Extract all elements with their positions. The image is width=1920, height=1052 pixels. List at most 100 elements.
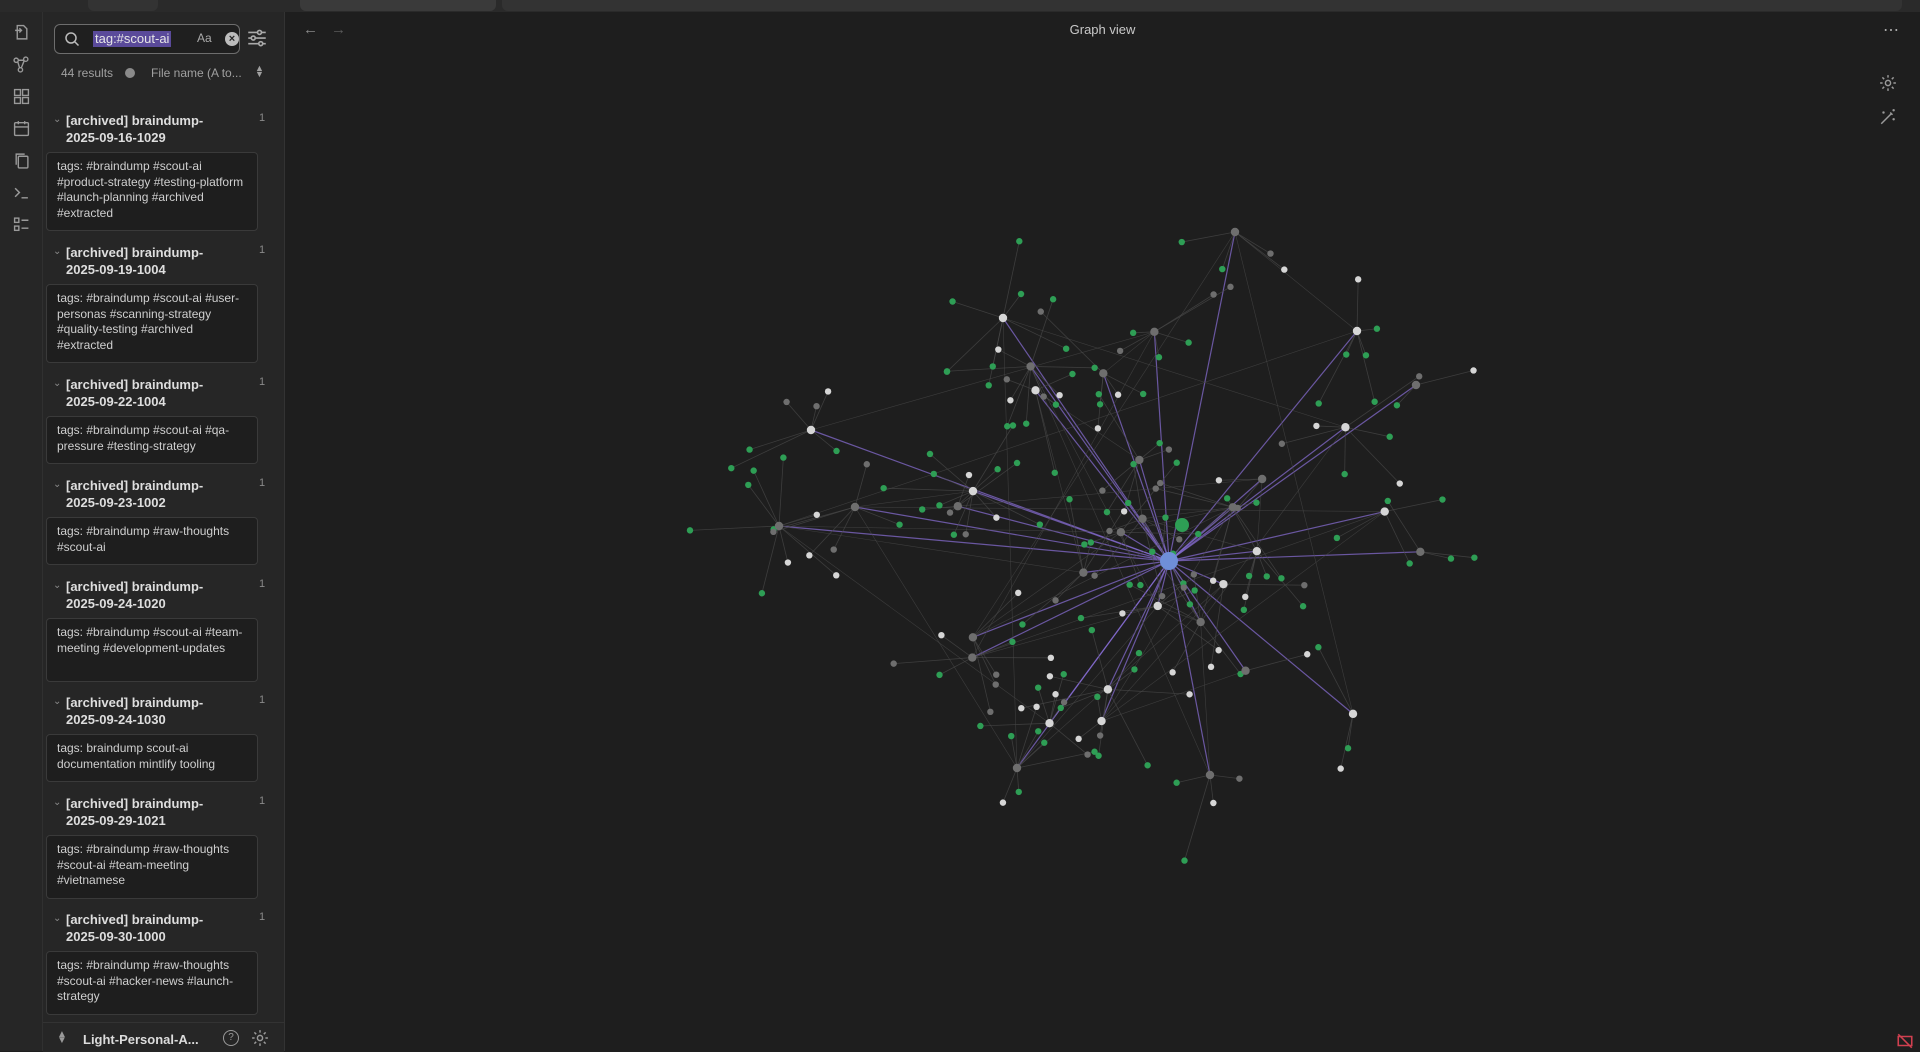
graph-node[interactable] <box>944 369 950 375</box>
graph-node[interactable] <box>977 723 983 729</box>
graph-node[interactable] <box>1416 548 1424 556</box>
graph-node[interactable] <box>775 522 783 530</box>
graph-node[interactable] <box>1061 699 1067 705</box>
graph-node[interactable] <box>1018 291 1024 297</box>
graph-node[interactable] <box>1208 664 1214 670</box>
graph-node[interactable] <box>1386 434 1392 440</box>
graph-node[interactable] <box>1010 422 1016 428</box>
graph-node[interactable] <box>954 502 962 510</box>
graph-node[interactable] <box>745 482 751 488</box>
graph-node[interactable] <box>1130 330 1136 336</box>
result-title[interactable]: [archived] braindump-2025-09-16-1029 <box>66 112 216 146</box>
more-options-icon[interactable]: ⋯ <box>1883 20 1899 40</box>
graph-node[interactable] <box>1210 800 1216 806</box>
graph-node[interactable] <box>785 559 791 565</box>
graph-node[interactable] <box>1416 373 1422 379</box>
graph-icon[interactable] <box>9 52 33 76</box>
match-case-button[interactable]: Aa <box>197 31 212 45</box>
graph-node[interactable] <box>931 471 937 477</box>
graph-node[interactable] <box>1187 601 1193 607</box>
graph-node[interactable] <box>1210 577 1216 583</box>
graph-node[interactable] <box>1186 691 1192 697</box>
graph-node[interactable] <box>1439 496 1445 502</box>
graph-node[interactable] <box>831 546 837 552</box>
graph-node[interactable] <box>1033 704 1039 710</box>
graph-node[interactable] <box>1040 393 1046 399</box>
graph-node[interactable] <box>1016 789 1022 795</box>
result-title[interactable]: [archived] braindump-2025-09-24-1030 <box>66 694 216 728</box>
graph-node[interactable] <box>1081 541 1087 547</box>
graph-node[interactable] <box>1053 401 1059 407</box>
graph-node[interactable] <box>1195 531 1201 537</box>
graph-node[interactable] <box>1219 580 1227 588</box>
graph-node[interactable] <box>814 512 820 518</box>
graph-node[interactable] <box>1349 710 1357 718</box>
graph-node[interactable] <box>994 466 1000 472</box>
graph-node[interactable] <box>1097 732 1103 738</box>
graph-node[interactable] <box>1075 736 1081 742</box>
collapse-chevron-icon[interactable]: ⌄ <box>53 580 61 591</box>
tab-active[interactable] <box>300 0 496 11</box>
graph-node[interactable] <box>1156 354 1162 360</box>
graph-node[interactable] <box>783 399 789 405</box>
graph-node[interactable] <box>1048 655 1054 661</box>
graph-node[interactable] <box>1150 328 1158 336</box>
graph-node[interactable] <box>1094 694 1100 700</box>
graph-node[interactable] <box>1013 764 1021 772</box>
graph-node[interactable] <box>1069 371 1075 377</box>
graph-node[interactable] <box>1125 500 1131 506</box>
graph-node[interactable] <box>1236 775 1242 781</box>
result-snippet[interactable]: tags: #braindump #scout-ai #user-persona… <box>46 284 258 363</box>
help-icon[interactable]: ? <box>223 1030 239 1046</box>
graph-node[interactable] <box>890 660 896 666</box>
graph-node[interactable] <box>1099 487 1105 493</box>
graph-node[interactable] <box>1159 593 1165 599</box>
graph-node[interactable] <box>1137 582 1143 588</box>
graph-node[interactable] <box>1267 250 1273 256</box>
graph-node[interactable] <box>1063 345 1069 351</box>
graph-node[interactable] <box>1281 266 1287 272</box>
graph-node[interactable] <box>1007 397 1013 403</box>
graph-node[interactable] <box>1149 548 1155 554</box>
graph-node[interactable] <box>1191 571 1197 577</box>
search-input[interactable]: tag:#scout-ai Aa × <box>54 24 240 54</box>
result-title[interactable]: [archived] braindump-2025-09-23-1002 <box>66 477 216 511</box>
graph-settings-icon[interactable] <box>1879 74 1897 92</box>
graph-node[interactable] <box>896 521 902 527</box>
graph-node[interactable] <box>1008 733 1014 739</box>
graph-node[interactable] <box>1117 528 1125 536</box>
graph-node[interactable] <box>966 472 972 478</box>
graph-node[interactable] <box>1041 740 1047 746</box>
graph-node[interactable] <box>1091 365 1097 371</box>
graph-node[interactable] <box>1385 498 1391 504</box>
graph-node[interactable] <box>1131 666 1137 672</box>
graph-node[interactable] <box>1471 554 1477 560</box>
graph-node[interactable] <box>1216 477 1222 483</box>
result-title[interactable]: [archived] braindump-2025-09-19-1004 <box>66 244 216 278</box>
graph-node[interactable] <box>780 454 786 460</box>
graph-node[interactable] <box>1138 515 1146 523</box>
graph-node[interactable] <box>1078 615 1084 621</box>
graph-node[interactable] <box>1241 667 1249 675</box>
result-snippet[interactable]: tags: #braindump #raw-thoughts #scout-ai <box>46 517 258 565</box>
graph-node[interactable] <box>1115 392 1121 398</box>
graph-node[interactable] <box>936 502 942 508</box>
graph-node[interactable] <box>1045 719 1053 727</box>
graph-node[interactable] <box>1052 470 1058 476</box>
graph-node[interactable] <box>1154 602 1162 610</box>
graph-node[interactable] <box>1088 539 1094 545</box>
graph-node[interactable] <box>1014 460 1020 466</box>
graph-node[interactable] <box>1241 607 1247 613</box>
graph-node[interactable] <box>1035 684 1041 690</box>
graph-node[interactable] <box>938 632 944 638</box>
graph-node[interactable] <box>1050 296 1056 302</box>
graph-node[interactable] <box>947 509 953 515</box>
graph-node[interactable] <box>1341 471 1347 477</box>
graph-node[interactable] <box>1363 352 1369 358</box>
graph-node[interactable] <box>995 346 1001 352</box>
terminal-icon[interactable] <box>9 180 33 204</box>
graph-node[interactable] <box>687 527 693 533</box>
graph-node[interactable] <box>1156 440 1162 446</box>
graph-node[interactable] <box>1258 475 1266 483</box>
graph-node[interactable] <box>1004 423 1010 429</box>
